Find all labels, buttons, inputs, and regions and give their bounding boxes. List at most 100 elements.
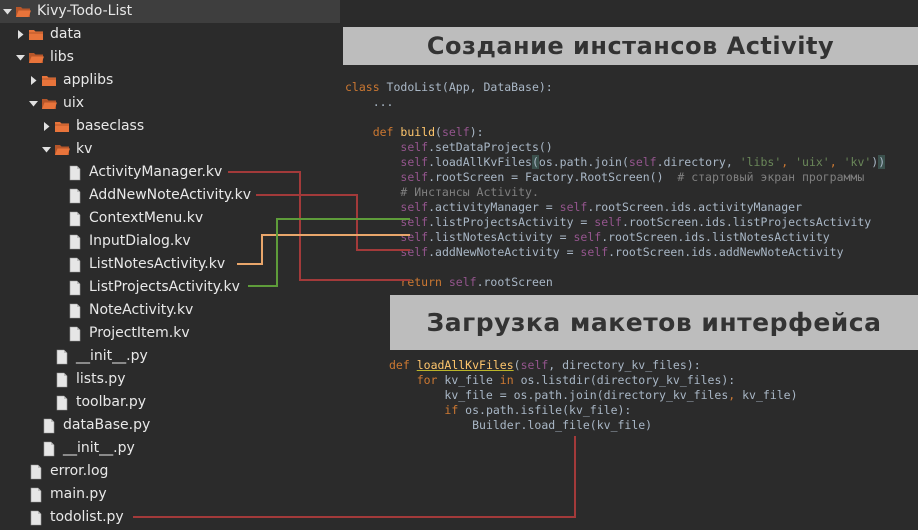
code-text: .rootScreen.ids.listNotesActivity bbox=[601, 230, 830, 244]
self-keyword: self bbox=[400, 170, 429, 184]
chevron-right-icon[interactable] bbox=[29, 69, 41, 92]
tree-item-label: ListProjectsActivity.kv bbox=[89, 279, 240, 295]
chevron-down-icon[interactable] bbox=[29, 92, 41, 115]
tree-item-label: main.py bbox=[50, 486, 107, 502]
code-text: .listNotesActivity = bbox=[428, 230, 574, 244]
code-text: os.path.join( bbox=[538, 155, 629, 169]
self-keyword: self bbox=[400, 200, 429, 214]
comment: # Инстансы Activity. bbox=[400, 185, 539, 199]
tree-item-label: uix bbox=[63, 95, 85, 111]
self-keyword: self bbox=[400, 230, 429, 244]
code-text: .loadAllKvFiles bbox=[428, 155, 532, 169]
file-icon bbox=[41, 418, 57, 434]
code-text: .rootScreen.ids.activityManager bbox=[587, 200, 802, 214]
code-text: .rootScreen = Factory.RootScreen() bbox=[428, 170, 678, 184]
tree-item-label: dataBase.py bbox=[63, 417, 151, 433]
self-keyword: self bbox=[400, 245, 429, 259]
self-keyword: self bbox=[594, 215, 622, 229]
folder-open-icon bbox=[15, 4, 31, 20]
code-text: os.listdir(directory_kv_files): bbox=[513, 373, 736, 387]
tree-item-label: Kivy-Todo-List bbox=[37, 3, 133, 19]
chevron-right-icon[interactable] bbox=[42, 115, 54, 138]
code-build-method: class TodoList(App, DataBase): ... def b… bbox=[345, 80, 886, 290]
function-name: loadAllKvFiles bbox=[416, 358, 514, 372]
comma: , bbox=[728, 388, 743, 402]
keyword: class bbox=[345, 80, 380, 94]
folder-icon bbox=[54, 119, 70, 135]
self-keyword: self bbox=[441, 125, 470, 139]
code-text: kv_file) bbox=[742, 388, 798, 402]
self-keyword: self bbox=[400, 140, 429, 154]
file-icon bbox=[67, 165, 83, 181]
file-icon bbox=[67, 303, 83, 319]
chevron-down-icon[interactable] bbox=[3, 0, 15, 23]
code-text: .addNewNoteActivity = bbox=[428, 245, 581, 259]
tree-item-label: libs bbox=[50, 49, 74, 65]
chevron-down-icon[interactable] bbox=[16, 46, 28, 69]
folder-icon bbox=[28, 27, 44, 43]
file-icon bbox=[41, 441, 57, 457]
tree-item-label: applibs bbox=[63, 72, 114, 88]
tree-item-label: InputDialog.kv bbox=[89, 233, 191, 249]
comma: , bbox=[829, 155, 844, 169]
string-literal: 'kv' bbox=[843, 155, 872, 169]
file-icon bbox=[28, 464, 44, 480]
folder-open-icon bbox=[28, 50, 44, 66]
project-tree: Kivy-Todo-List data libs applibs uix baseclas… bbox=[0, 0, 340, 530]
folder-open-icon bbox=[54, 142, 70, 158]
self-keyword: self bbox=[580, 245, 609, 259]
folder-icon bbox=[41, 73, 57, 89]
comma: , bbox=[781, 155, 796, 169]
banner-activity-instances: Создание инстансов Activity bbox=[343, 27, 918, 65]
file-icon bbox=[28, 510, 44, 526]
tree-item-label: ProjectItem.kv bbox=[89, 325, 190, 341]
tree-item-label: NoteActivity.kv bbox=[89, 302, 194, 318]
code-text: .rootScreen.ids.listProjectsActivity bbox=[621, 215, 872, 229]
function-name: build bbox=[400, 125, 436, 139]
self-keyword: self bbox=[628, 155, 657, 169]
tree-item-label: error.log bbox=[50, 463, 109, 479]
code-load-kv-files: def loadAllKvFiles(self, directory_kv_fi… bbox=[389, 358, 798, 433]
self-keyword: self bbox=[448, 275, 477, 289]
file-icon bbox=[28, 487, 44, 503]
file-icon bbox=[67, 188, 83, 204]
code-text: kv_file = os.path.join(directory_kv_file… bbox=[444, 388, 729, 402]
comment: # стартовый экран программы bbox=[677, 170, 865, 184]
keyword: def bbox=[389, 358, 410, 372]
code-text: .directory, bbox=[656, 155, 740, 169]
tree-item-label: todolist.py bbox=[50, 509, 124, 525]
keyword: in bbox=[499, 373, 514, 387]
code-text: , directory_kv_files): bbox=[548, 358, 701, 372]
file-icon bbox=[67, 211, 83, 227]
string-literal: 'libs' bbox=[739, 155, 782, 169]
tree-item-label: ListNotesActivity.kv bbox=[89, 256, 226, 272]
paren-highlight: ) bbox=[878, 155, 886, 169]
tree-item-label: ContextMenu.kv bbox=[89, 210, 204, 226]
keyword: return bbox=[400, 275, 442, 289]
file-icon bbox=[67, 257, 83, 273]
ellipsis: ... bbox=[372, 95, 394, 109]
tree-item-label: lists.py bbox=[76, 371, 126, 387]
keyword: for bbox=[416, 373, 438, 387]
keyword: def bbox=[372, 125, 394, 139]
self-keyword: self bbox=[559, 200, 588, 214]
paren-highlight: ( bbox=[531, 155, 539, 169]
self-keyword: self bbox=[400, 215, 429, 229]
chevron-down-icon[interactable] bbox=[42, 138, 54, 161]
self-keyword: self bbox=[520, 358, 549, 372]
tree-item-label: ActivityManager.kv bbox=[89, 164, 223, 180]
file-icon bbox=[67, 326, 83, 342]
self-keyword: self bbox=[400, 155, 429, 169]
self-keyword: self bbox=[573, 230, 602, 244]
tree-item-label: __init__.py bbox=[63, 440, 135, 456]
code-text: kv_file bbox=[437, 373, 500, 387]
tree-item-label: baseclass bbox=[76, 118, 145, 134]
tree-item-label: toolbar.py bbox=[76, 394, 147, 410]
code-text: .listProjectsActivity = bbox=[428, 215, 595, 229]
tree-folder[interactable]: Kivy-Todo-List bbox=[0, 0, 340, 23]
chevron-right-icon[interactable] bbox=[16, 23, 28, 46]
file-icon bbox=[67, 280, 83, 296]
folder-open-icon bbox=[41, 96, 57, 112]
file-icon bbox=[54, 349, 70, 365]
tree-item-label: __init__.py bbox=[76, 348, 148, 364]
